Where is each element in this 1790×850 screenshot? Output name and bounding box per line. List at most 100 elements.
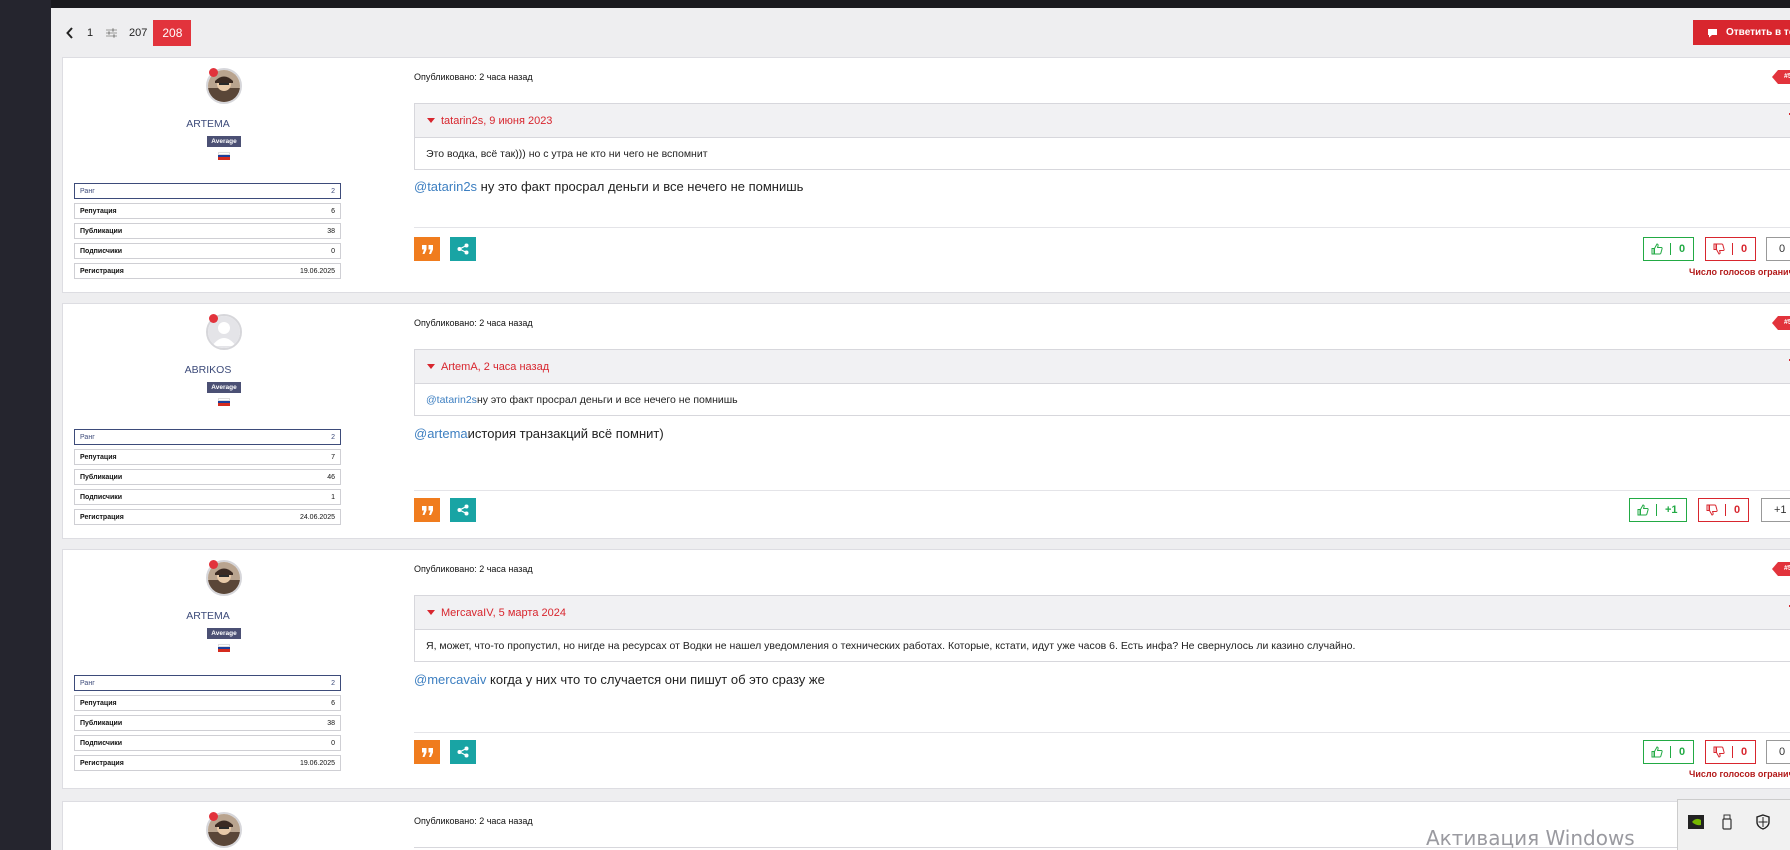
quote-text: Это водка, всё так))) но с утра не кто н… xyxy=(415,138,1790,169)
thumbs-up-icon xyxy=(1651,243,1663,255)
online-indicator xyxy=(209,560,218,569)
forum-page: 1 207 208 Ответить в те ARTEMA Average Р… xyxy=(51,0,1790,850)
vote-down-count: 0 xyxy=(1734,504,1741,516)
share-button[interactable] xyxy=(450,740,476,764)
vote-down-count: 0 xyxy=(1741,746,1748,758)
share-icon xyxy=(457,504,469,516)
author-stats: Ранг 2 Репутация 6 Публикации 38 Подписчики… xyxy=(74,183,341,283)
rank-badge: Average xyxy=(207,628,241,639)
stat-value: 0 xyxy=(331,247,335,255)
stat-value: 6 xyxy=(331,207,335,215)
vote-total: +1 xyxy=(1761,498,1790,522)
rank-badge: Average xyxy=(207,382,241,393)
thumbs-down-icon xyxy=(1713,746,1725,758)
share-button[interactable] xyxy=(450,237,476,261)
post-number-badge[interactable]: #517 xyxy=(1772,562,1790,576)
post-content: @mercavaiv когда у них что то случается … xyxy=(414,672,825,687)
stat-row: Публикации 38 xyxy=(74,223,341,239)
stat-label: Репутация xyxy=(80,207,117,215)
usb-device-icon[interactable] xyxy=(1718,813,1736,831)
user-mention[interactable]: @mercavaiv xyxy=(414,672,486,687)
post-content: @artemaистория транзакций всё помнит) xyxy=(414,426,664,441)
vote-limit-notice: Число голосов ограниче xyxy=(1689,267,1790,277)
stat-value: 24.06.2025 xyxy=(299,513,335,521)
vote-limit-notice: Число голосов ограниче xyxy=(1689,769,1790,779)
forum-post: ARTEMA Average Ранг 2 Репутация 6 Публикац… xyxy=(62,57,1790,293)
stat-value: 46 xyxy=(327,473,335,481)
prev-page-button[interactable] xyxy=(60,20,80,46)
flag-ru-icon xyxy=(218,644,230,652)
author-name[interactable]: ABRIKOS xyxy=(63,364,353,376)
vote-up-button[interactable]: 0 xyxy=(1643,740,1695,764)
stat-value: 2 xyxy=(331,679,335,687)
thumbs-up-icon xyxy=(1637,504,1649,516)
stat-row: Регистрация 19.06.2025 xyxy=(74,263,341,279)
quote-block: ArtemA, 2 часа назад @tatarin2s ну это ф… xyxy=(414,349,1790,416)
quote-button[interactable] xyxy=(414,237,440,261)
forum-post: ARTEMA Average Ранг 2 Репутация 6 Публикац… xyxy=(62,549,1790,789)
quote-icon xyxy=(421,244,433,254)
page-link-207[interactable]: 207 xyxy=(123,20,153,46)
stat-row: Регистрация 19.06.2025 xyxy=(74,755,341,771)
stat-row: Регистрация 24.06.2025 xyxy=(74,509,341,525)
stat-value: 19.06.2025 xyxy=(299,267,335,275)
share-icon xyxy=(457,243,469,255)
vote-down-button[interactable]: 0 xyxy=(1705,740,1757,764)
page-link-1[interactable]: 1 xyxy=(80,20,100,46)
stat-value: 38 xyxy=(327,719,335,727)
security-shield-icon[interactable] xyxy=(1754,813,1772,831)
stat-value: 6 xyxy=(331,699,335,707)
quote-block: MercavaIV, 5 марта 2024 Я, может, что-то… xyxy=(414,595,1790,662)
quote-mention[interactable]: @tatarin2s xyxy=(426,394,477,406)
quote-button[interactable] xyxy=(414,740,440,764)
stat-row: Подписчики 1 xyxy=(74,489,341,505)
vote-up-button[interactable]: +1 xyxy=(1629,498,1687,522)
quote-button[interactable] xyxy=(414,498,440,522)
stat-row: Ранг 2 xyxy=(74,429,341,445)
thumbs-up-icon xyxy=(1651,746,1663,758)
stat-label: Репутация xyxy=(80,453,117,461)
user-mention[interactable]: @artema xyxy=(414,426,468,441)
author-name[interactable]: ARTEMA xyxy=(63,610,353,622)
quote-author: MercavaIV, 5 марта 2024 xyxy=(441,606,566,619)
reply-button-label: Ответить в те xyxy=(1726,27,1790,38)
vote-down-button[interactable]: 0 xyxy=(1705,237,1757,261)
reply-to-topic-button[interactable]: Ответить в те xyxy=(1693,20,1790,45)
stat-row: Публикации 46 xyxy=(74,469,341,485)
quote-header[interactable]: MercavaIV, 5 марта 2024 xyxy=(415,596,1790,630)
stat-row: Репутация 7 xyxy=(74,449,341,465)
stat-label: Ранг xyxy=(80,433,95,441)
caret-down-icon xyxy=(427,610,435,615)
post-text: история транзакций всё помнит) xyxy=(467,426,664,441)
quote-author: tatarin2s, 9 июня 2023 xyxy=(441,114,553,127)
post-date: Опубликовано: 2 часа назад xyxy=(414,318,533,328)
post-date: Опубликовано: 2 часа назад xyxy=(414,72,533,82)
post-number-badge[interactable]: #517 xyxy=(1772,70,1790,84)
author-name[interactable]: ARTEMA xyxy=(63,118,353,130)
stat-value: 38 xyxy=(327,227,335,235)
stat-label: Регистрация xyxy=(80,267,124,275)
stat-row: Ранг 2 xyxy=(74,675,341,691)
page-jump-button[interactable] xyxy=(100,20,123,46)
user-mention[interactable]: @tatarin2s xyxy=(414,179,477,194)
post-text: ну это факт просрал деньги и все нечего … xyxy=(477,179,804,194)
stat-row: Подписчики 0 xyxy=(74,243,341,259)
quote-header[interactable]: ArtemA, 2 часа назад xyxy=(415,350,1790,384)
page-link-current[interactable]: 208 xyxy=(153,20,192,46)
windows-activation-watermark: Активация Windows xyxy=(1426,826,1635,850)
pagination: 1 207 208 xyxy=(60,20,192,46)
quote-header[interactable]: tatarin2s, 9 июня 2023 xyxy=(415,104,1790,138)
share-button[interactable] xyxy=(450,498,476,522)
post-number-badge[interactable]: #517 xyxy=(1772,316,1790,330)
stat-label: Ранг xyxy=(80,679,95,687)
stat-label: Подписчики xyxy=(80,739,123,747)
nvidia-icon[interactable] xyxy=(1687,813,1705,831)
author-stats: Ранг 2 Репутация 6 Публикации 38 Подписчики… xyxy=(74,675,341,775)
vote-up-count: +1 xyxy=(1665,504,1678,516)
stat-label: Публикации xyxy=(80,227,123,235)
vote-down-button[interactable]: 0 xyxy=(1698,498,1750,522)
sliders-icon xyxy=(106,28,117,38)
flag-ru-icon xyxy=(218,152,230,160)
post-content: @tatarin2s ну это факт просрал деньги и … xyxy=(414,179,803,194)
vote-up-button[interactable]: 0 xyxy=(1643,237,1695,261)
